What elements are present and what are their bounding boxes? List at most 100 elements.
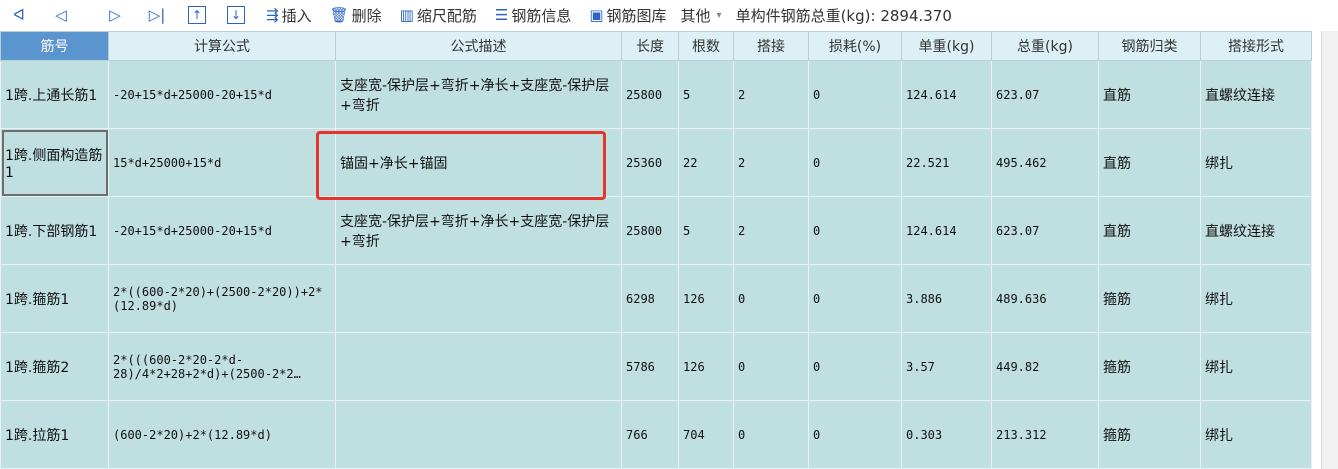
cell-total-weight[interactable]: 449.82 (991, 332, 1099, 401)
header-lap[interactable]: 搭接 (733, 31, 809, 61)
cell-loss[interactable]: 0 (808, 196, 902, 265)
last-page-icon: ▷| (148, 6, 166, 24)
cell-length[interactable]: 6298 (621, 264, 679, 333)
cell-description[interactable] (335, 332, 622, 401)
rebar-library-button[interactable]: ▣ 钢筋图库 (589, 5, 666, 26)
cell-formula[interactable]: (600-2*20)+2*(12.89*d) (108, 400, 336, 469)
header-loss[interactable]: 损耗(%) (808, 31, 902, 61)
cell-length[interactable]: 5786 (621, 332, 679, 401)
cell-count[interactable]: 126 (678, 332, 734, 401)
move-down-button[interactable]: ↓ (227, 6, 248, 24)
cell-bar-no[interactable]: 1跨.上通长筋1 (0, 60, 109, 129)
cell-unit-weight[interactable]: 124.614 (901, 196, 992, 265)
header-formula[interactable]: 计算公式 (108, 31, 336, 61)
header-count[interactable]: 根数 (678, 31, 734, 61)
cell-description[interactable]: 锚固+净长+锚固 (335, 128, 622, 197)
image-library-icon: ▣ (589, 6, 604, 24)
insert-button[interactable]: ⇶ 插入 (266, 5, 312, 26)
last-page-button[interactable]: ▷| (146, 6, 168, 24)
cell-unit-weight[interactable]: 22.521 (901, 128, 992, 197)
header-length[interactable]: 长度 (621, 31, 679, 61)
cell-bar-no[interactable]: 1跨.下部钢筋1 (0, 196, 109, 265)
cell-lap[interactable]: 2 (733, 128, 809, 197)
cell-lap-type[interactable]: 绑扎 (1200, 400, 1312, 469)
cell-count[interactable]: 5 (678, 60, 734, 129)
cell-formula[interactable]: 2*((600-2*20)+(2500-2*20))+2*(12.89*d) (108, 264, 336, 333)
cell-category[interactable]: 直筋 (1098, 60, 1201, 129)
cell-count[interactable]: 22 (678, 128, 734, 197)
other-dropdown[interactable]: 其他 ▾ (681, 5, 722, 26)
cell-formula[interactable]: 2*(((600-2*20-2*d-28)/4*2+28+2*d)+(2500-… (108, 332, 336, 401)
cell-lap-type[interactable]: 绑扎 (1200, 332, 1312, 401)
cell-category[interactable]: 箍筋 (1098, 264, 1201, 333)
cell-count[interactable]: 126 (678, 264, 734, 333)
table-row[interactable]: 1跨.箍筋2 2*(((600-2*20-2*d-28)/4*2+28+2*d)… (0, 332, 1312, 401)
cell-description[interactable]: 支座宽-保护层+弯折+净长+支座宽-保护层+弯折 (335, 196, 622, 265)
header-unit-weight[interactable]: 单重(kg) (901, 31, 992, 61)
prev-page-button[interactable]: ◁ (50, 6, 72, 24)
cell-unit-weight[interactable]: 3.886 (901, 264, 992, 333)
other-label: 其他 (680, 6, 711, 25)
cell-lap[interactable]: 2 (733, 196, 809, 265)
cell-lap-type[interactable]: 绑扎 (1200, 128, 1312, 197)
cell-formula[interactable]: -20+15*d+25000-20+15*d (108, 60, 336, 129)
move-up-button[interactable]: ↑ (188, 6, 209, 24)
cell-category[interactable]: 直筋 (1098, 196, 1201, 265)
cell-length[interactable]: 25360 (621, 128, 679, 197)
rebar-info-button[interactable]: ☰ 钢筋信息 (495, 5, 571, 26)
cell-description[interactable]: 支座宽-保护层+弯折+净长+支座宽-保护层+弯折 (335, 60, 622, 129)
cell-loss[interactable]: 0 (808, 400, 902, 469)
delete-button[interactable]: 🗑 删除 (330, 5, 382, 26)
cell-loss[interactable]: 0 (808, 128, 902, 197)
cell-bar-no[interactable]: 1跨.箍筋2 (0, 332, 109, 401)
cell-count[interactable]: 704 (678, 400, 734, 469)
table-row[interactable]: 1跨.侧面构造筋1 15*d+25000+15*d 锚固+净长+锚固 25360… (0, 128, 1312, 197)
cell-bar-no[interactable]: 1跨.箍筋1 (0, 264, 109, 333)
cell-count[interactable]: 5 (678, 196, 734, 265)
cell-total-weight[interactable]: 213.312 (991, 400, 1099, 469)
header-bar-no[interactable]: 筋号 (0, 31, 109, 61)
cell-unit-weight[interactable]: 3.57 (901, 332, 992, 401)
table-row[interactable]: 1跨.拉筋1 (600-2*20)+2*(12.89*d) 766 704 0 … (0, 400, 1312, 469)
cell-lap-type[interactable]: 直螺纹连接 (1200, 60, 1312, 129)
cell-category[interactable]: 箍筋 (1098, 400, 1201, 469)
header-category[interactable]: 钢筋归类 (1098, 31, 1201, 61)
cell-total-weight[interactable]: 623.07 (991, 60, 1099, 129)
cell-description[interactable] (335, 400, 622, 469)
cell-lap[interactable]: 2 (733, 60, 809, 129)
cell-description[interactable] (335, 264, 622, 333)
cell-lap-type[interactable]: 绑扎 (1200, 264, 1312, 333)
cell-length[interactable]: 766 (621, 400, 679, 469)
cell-category[interactable]: 箍筋 (1098, 332, 1201, 401)
vertical-scrollbar[interactable] (1321, 31, 1338, 469)
cell-lap[interactable]: 0 (733, 332, 809, 401)
cell-length[interactable]: 25800 (621, 60, 679, 129)
cell-loss[interactable]: 0 (808, 60, 902, 129)
cell-lap[interactable]: 0 (733, 264, 809, 333)
table-row[interactable]: 1跨.上通长筋1 -20+15*d+25000-20+15*d 支座宽-保护层+… (0, 60, 1312, 129)
next-page-button[interactable]: ▷ (104, 6, 126, 24)
cell-bar-no[interactable]: 1跨.拉筋1 (0, 400, 109, 469)
cell-length[interactable]: 25800 (621, 196, 679, 265)
table-row[interactable]: 1跨.下部钢筋1 -20+15*d+25000-20+15*d 支座宽-保护层+… (0, 196, 1312, 265)
cell-bar-no[interactable]: 1跨.侧面构造筋1 (0, 128, 109, 197)
cell-total-weight[interactable]: 623.07 (991, 196, 1099, 265)
next-page-icon: ▷ (109, 6, 121, 24)
header-lap-type[interactable]: 搭接形式 (1200, 31, 1312, 61)
scale-rebar-button[interactable]: ▥ 缩尺配筋 (400, 5, 477, 26)
header-total-weight[interactable]: 总重(kg) (991, 31, 1099, 61)
header-description[interactable]: 公式描述 (335, 31, 622, 61)
cell-formula[interactable]: -20+15*d+25000-20+15*d (108, 196, 336, 265)
cell-lap-type[interactable]: 直螺纹连接 (1200, 196, 1312, 265)
cell-total-weight[interactable]: 495.462 (991, 128, 1099, 197)
cell-formula[interactable]: 15*d+25000+15*d (108, 128, 336, 197)
cell-lap[interactable]: 0 (733, 400, 809, 469)
first-page-button[interactable]: ᐊ (8, 6, 30, 24)
cell-loss[interactable]: 0 (808, 264, 902, 333)
cell-loss[interactable]: 0 (808, 332, 902, 401)
cell-category[interactable]: 直筋 (1098, 128, 1201, 197)
cell-unit-weight[interactable]: 0.303 (901, 400, 992, 469)
cell-total-weight[interactable]: 489.636 (991, 264, 1099, 333)
cell-unit-weight[interactable]: 124.614 (901, 60, 992, 129)
table-row[interactable]: 1跨.箍筋1 2*((600-2*20)+(2500-2*20))+2*(12.… (0, 264, 1312, 333)
